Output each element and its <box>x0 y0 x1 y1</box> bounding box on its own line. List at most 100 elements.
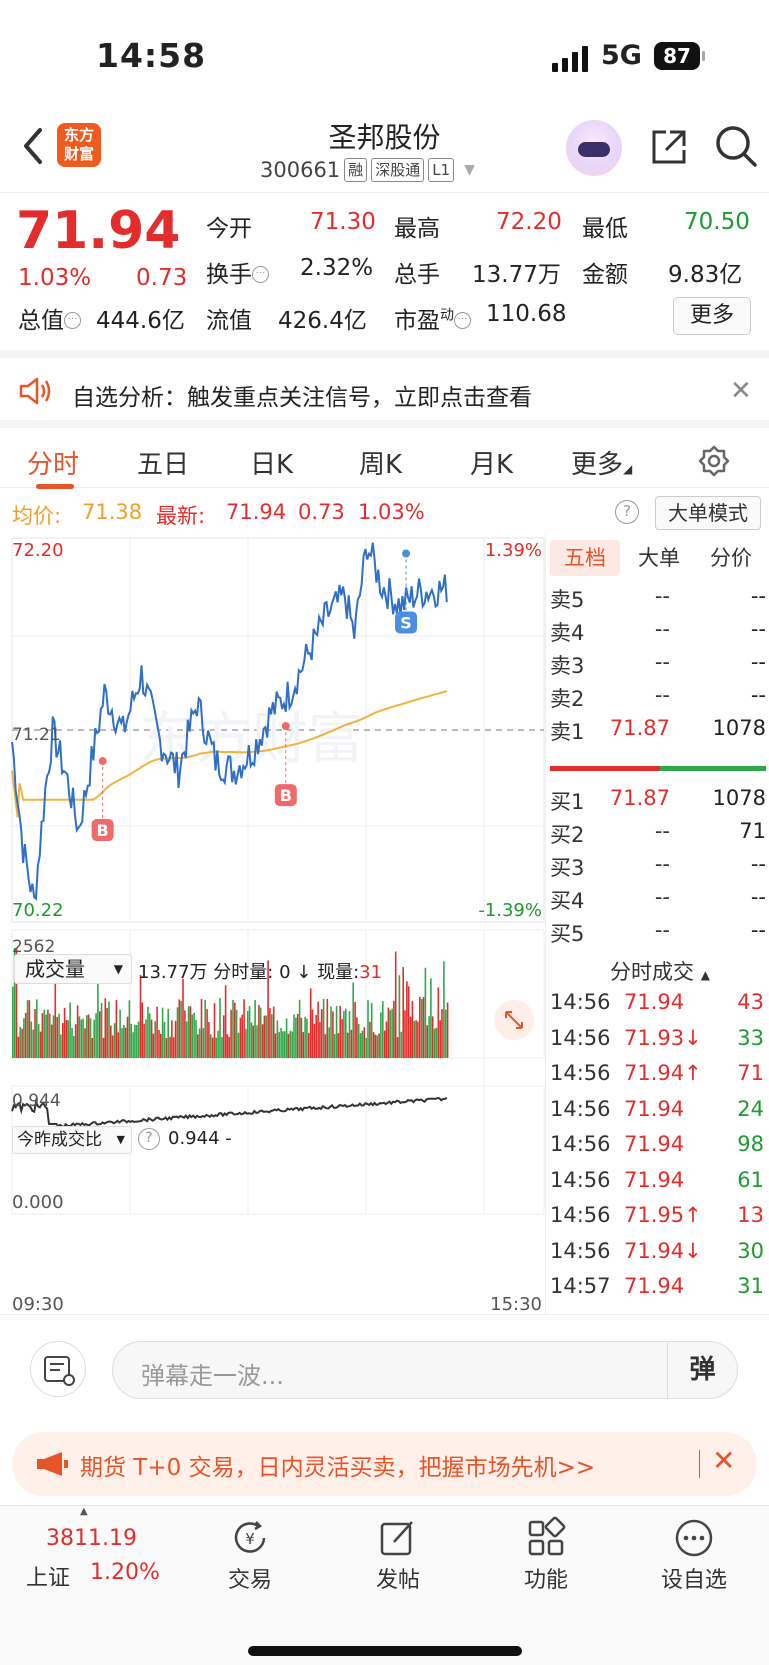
dropdown-icon[interactable]: ▼ <box>464 162 475 178</box>
volume-selector[interactable]: 成交量 ▼ <box>14 954 132 984</box>
nav-functions-label: 功能 <box>523 1568 568 1593</box>
level-label: 买3 <box>550 856 585 880</box>
nav-trade[interactable]: ¥ 交易 <box>180 1506 320 1606</box>
volume-bar <box>234 1002 236 1058</box>
close-icon[interactable]: ✕ <box>730 376 752 406</box>
danmaku-input[interactable]: 弹幕走一波... 弹 <box>112 1341 738 1399</box>
asks-level-row: 卖2 -- -- <box>546 683 769 717</box>
volume-bar <box>230 1009 232 1058</box>
volume-bar <box>309 988 312 1058</box>
more-info-icon[interactable]: ··· <box>454 312 471 329</box>
more-info-icon[interactable]: ··· <box>252 266 269 283</box>
danmaku-toggle-button[interactable]: 弹 <box>667 1342 737 1398</box>
ratio-suffix: - <box>225 1128 232 1149</box>
tab-five-levels[interactable]: 五档 <box>550 540 620 576</box>
axis-bottom-pct: -1.39% <box>478 900 542 921</box>
tick-trades[interactable]: 分时成交 ▲ 14:56 71.94 43 14:56 71.93↓ 33 14:56 71.… <box>545 954 769 1314</box>
field-value-pe: 110.68 <box>486 301 567 327</box>
signal-icon <box>552 46 588 72</box>
volume-bar <box>128 1000 131 1058</box>
volume-bar <box>152 1033 155 1058</box>
level-price: -- <box>654 885 670 909</box>
volume-bar <box>180 1000 182 1058</box>
share-icon[interactable] <box>648 126 690 168</box>
trade-price: 71.94 <box>624 990 685 1014</box>
close-icon[interactable]: ✕ <box>712 1444 735 1477</box>
time-start: 09:30 <box>12 1294 64 1314</box>
fenshi-arrow: ↓ <box>296 962 312 983</box>
expand-icon[interactable] <box>494 1000 534 1040</box>
more-info-icon[interactable]: ··· <box>64 312 81 329</box>
tab-5day[interactable]: 五日 <box>137 444 189 481</box>
volume-bar <box>289 1030 292 1058</box>
big-order-mode-button[interactable]: 大单模式 <box>655 496 761 530</box>
tab-monthly-k[interactable]: 月K <box>470 444 513 481</box>
volume-bar <box>21 1028 23 1058</box>
tab-fenshi[interactable]: 分时 <box>27 444 79 481</box>
alert-banner[interactable]: 自选分析：触发重点关注信号，立即点击查看 ✕ <box>0 350 769 420</box>
volume-bar <box>143 1023 145 1058</box>
volume-bar <box>39 1031 42 1058</box>
megaphone-icon <box>37 1452 68 1476</box>
help-icon[interactable]: ? <box>615 500 639 524</box>
level-price: -- <box>654 650 670 674</box>
tab-daily-k[interactable]: 日K <box>250 444 293 481</box>
volume-bar <box>113 1023 116 1058</box>
volume-bar <box>435 1027 438 1058</box>
avg-value: 71.38 <box>82 500 143 524</box>
more-button[interactable]: 更多 <box>673 297 751 335</box>
ratio-selector[interactable]: 今昨成交比 ▼ <box>12 1126 132 1154</box>
tab-more[interactable]: 更多◢ <box>571 444 632 481</box>
volume-bar <box>276 1020 279 1058</box>
volume-bar <box>341 1019 343 1058</box>
volume-bar <box>134 1024 136 1058</box>
tab-big-orders[interactable]: 大单 <box>624 540 694 576</box>
gear-icon[interactable] <box>697 444 731 478</box>
volume-bar <box>300 1017 303 1058</box>
comment-list-icon[interactable] <box>30 1341 86 1397</box>
help-icon[interactable]: ? <box>138 1128 160 1150</box>
assistant-avatar-icon[interactable] <box>566 120 622 176</box>
tag-connect: 深股通 <box>371 158 425 182</box>
volume-bar <box>348 1011 351 1058</box>
tab-weekly-k[interactable]: 周K <box>359 444 402 481</box>
volume-bar <box>269 1008 271 1058</box>
nav-post[interactable]: 发帖 <box>328 1506 468 1606</box>
volume-bar <box>200 998 203 1058</box>
intraday-chart[interactable]: 东方财富 BBS 72.20 71.21 70.22 1.39% -1.39% … <box>0 534 545 1315</box>
volume-bar <box>36 999 38 1058</box>
volume-bar <box>167 1009 169 1058</box>
trade-time: 14:56 <box>550 1096 611 1121</box>
search-icon[interactable] <box>714 124 758 168</box>
index-ticker[interactable]: ▲ 3811.19 上证 1.20% <box>18 1506 160 1606</box>
volume-bar <box>280 1028 282 1058</box>
nav-functions[interactable]: 功能 <box>476 1506 616 1606</box>
comment-bar: 弹幕走一波... 弹 <box>0 1314 769 1414</box>
volume-bar <box>328 1027 330 1058</box>
current-vol-value: 31 <box>359 962 383 983</box>
field-value-mktcap: 444.6亿 <box>96 308 185 334</box>
nav-add-watchlist[interactable]: 设自选 <box>624 1506 764 1606</box>
volume-bar <box>195 1020 197 1058</box>
volume-bar <box>283 1031 286 1058</box>
tag-margin: 融 <box>344 158 368 182</box>
volume-bar <box>372 1032 375 1058</box>
tab-price-dist[interactable]: 分价 <box>696 540 766 576</box>
volume-bar <box>239 1017 242 1058</box>
volume-bar <box>93 1019 95 1058</box>
field-label-open: 今开 <box>206 216 252 242</box>
network-label: 5G <box>601 40 642 71</box>
volume-bar <box>67 1020 70 1058</box>
volume-bar <box>178 999 181 1058</box>
volume-bar <box>263 1015 266 1058</box>
promo-banner[interactable]: 期货 T+0 交易，日内灵活买卖，把握市场先机>> ✕ <box>12 1432 757 1496</box>
volume-bar <box>172 1037 175 1058</box>
trade-time: 14:56 <box>550 1061 611 1085</box>
trade-row: 14:56 71.94 98 <box>546 1132 769 1168</box>
volume-bar <box>346 1032 349 1058</box>
volume-bar <box>47 1009 49 1058</box>
volume-bar <box>285 1018 288 1058</box>
volume-bar <box>356 1017 358 1058</box>
volume-bar <box>12 986 14 1058</box>
trade-row: 14:56 71.94 61 <box>546 1168 769 1204</box>
